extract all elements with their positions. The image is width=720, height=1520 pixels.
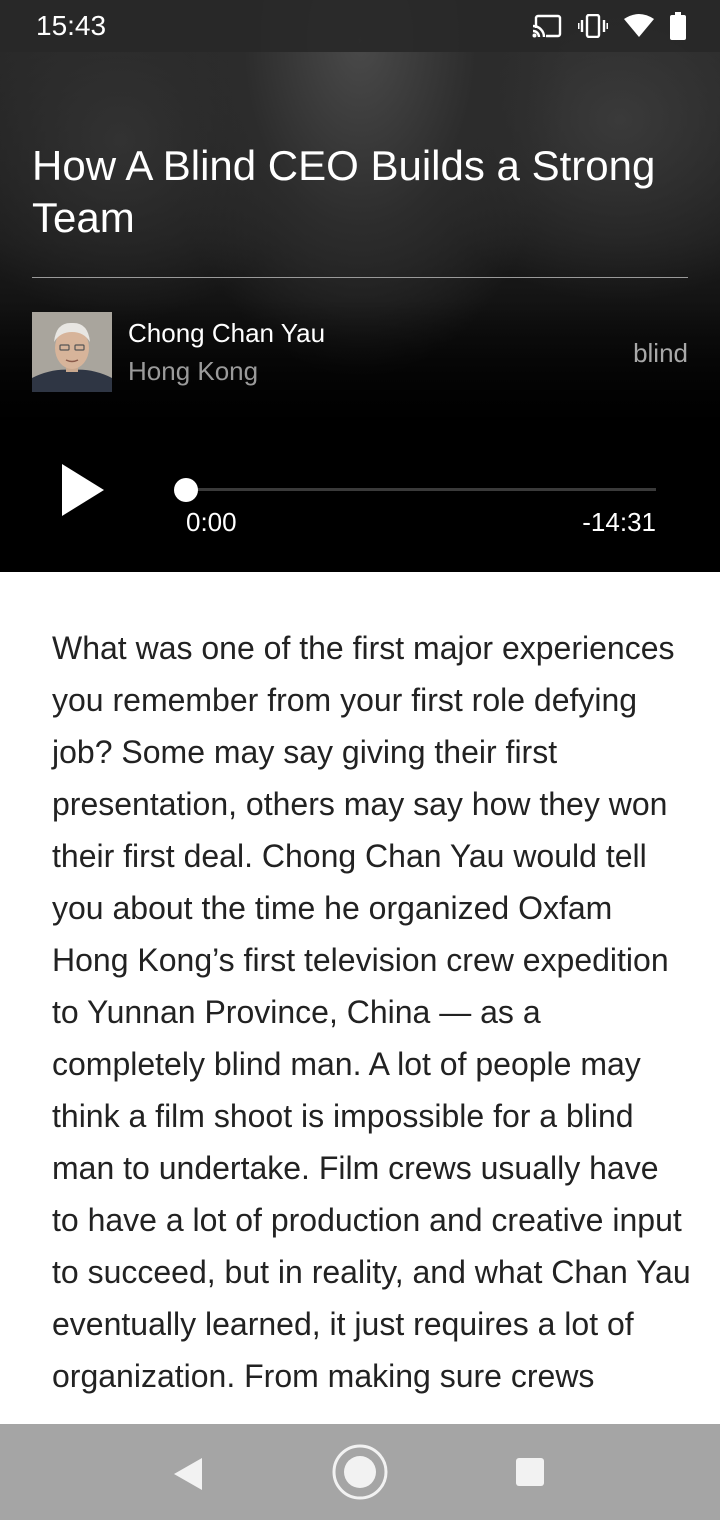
- episode-title: How A Blind CEO Builds a Strong Team: [32, 142, 656, 241]
- author-name[interactable]: Chong Chan Yau: [128, 318, 325, 349]
- episode-header: 15:43 How A Blind CEO Builds a Strong Te…: [0, 0, 720, 572]
- home-button[interactable]: [332, 1444, 388, 1500]
- current-time: 0:00: [186, 507, 237, 537]
- battery-icon: [670, 12, 686, 40]
- author-avatar[interactable]: [32, 312, 112, 392]
- status-time: 15:43: [36, 10, 107, 41]
- play-button[interactable]: [56, 460, 112, 520]
- play-icon: [62, 464, 104, 516]
- home-icon: [332, 1444, 388, 1500]
- status-icons: [532, 12, 686, 40]
- navigation-bar: [0, 1424, 720, 1520]
- wifi-icon: [624, 14, 654, 38]
- category-tag[interactable]: blind: [633, 338, 688, 369]
- vibrate-icon: [578, 14, 608, 38]
- article-body: What was one of the first major experien…: [52, 622, 692, 1402]
- progress-track[interactable]: [186, 488, 656, 491]
- status-bar: 15:43: [0, 0, 720, 52]
- cast-icon: [532, 14, 562, 38]
- header-divider: [32, 277, 688, 278]
- author-location: Hong Kong: [128, 356, 259, 386]
- recent-apps-button[interactable]: [514, 1456, 546, 1488]
- back-icon: [174, 1458, 202, 1490]
- progress-thumb[interactable]: [174, 478, 198, 502]
- article-paragraph: What was one of the first major experien…: [52, 630, 691, 1394]
- back-button[interactable]: [168, 1454, 208, 1494]
- remaining-time: -14:31: [582, 507, 656, 537]
- recent-apps-icon: [516, 1458, 544, 1486]
